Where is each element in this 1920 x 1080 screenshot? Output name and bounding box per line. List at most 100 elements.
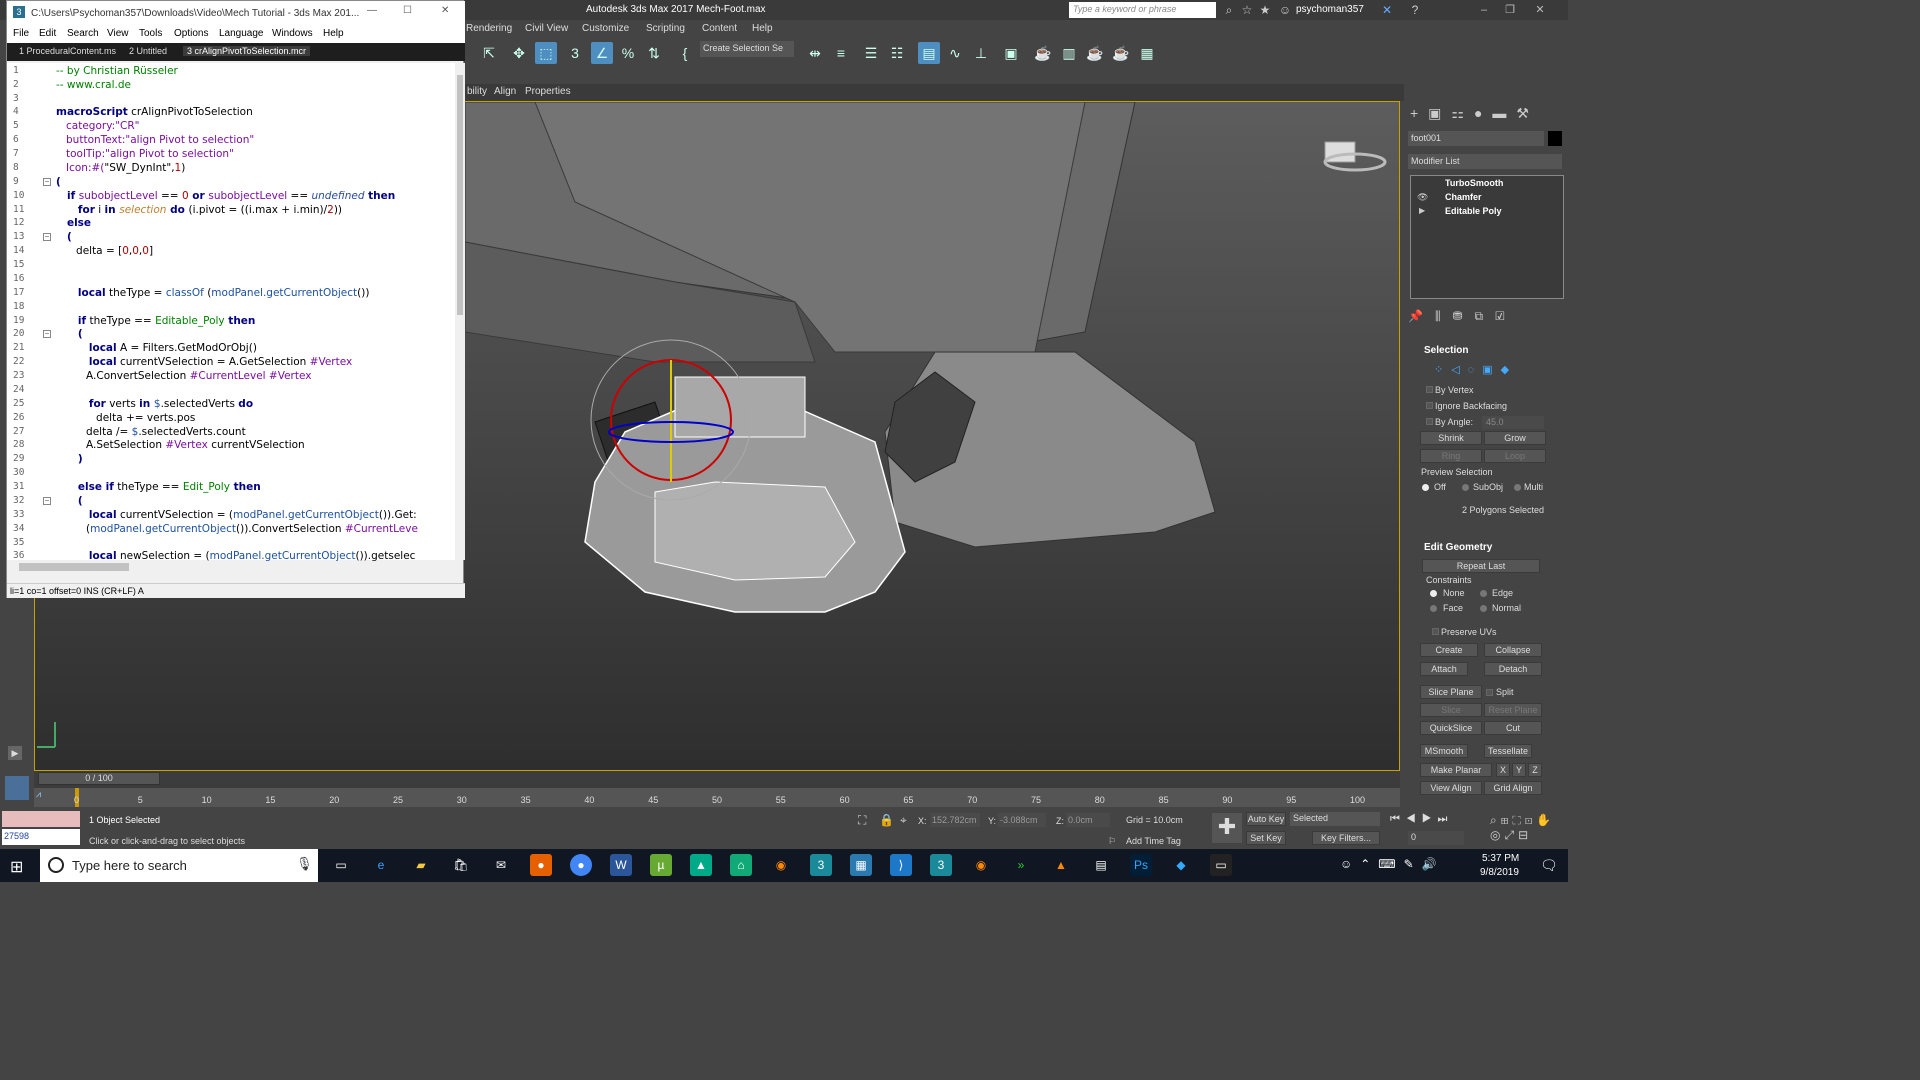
preview-off-radio[interactable] bbox=[1422, 484, 1429, 491]
utorrent-icon[interactable]: µ bbox=[650, 854, 672, 876]
spinner-snap-icon[interactable]: ⇅ bbox=[643, 42, 665, 64]
time-tag-icon[interactable]: ⚐ bbox=[1108, 836, 1116, 847]
menu-scripting[interactable]: Scripting bbox=[646, 23, 685, 34]
percent-snap-icon[interactable]: % bbox=[617, 42, 639, 64]
tab-procedural-content[interactable]: 1 ProceduralContent.ms bbox=[15, 46, 120, 56]
maxscript-listener-output[interactable] bbox=[2, 811, 80, 827]
timeline[interactable]: 0 / 100 0 5 10 15 20 25 30 35 40 45 50 55 60 65 70 75 80… bbox=[34, 771, 1400, 807]
fold-marker-icon[interactable]: − bbox=[43, 233, 51, 241]
eye-icon[interactable]: 👁 bbox=[1417, 192, 1428, 203]
expand-triangle-icon[interactable]: ▶ bbox=[1419, 206, 1425, 215]
material-editor-icon[interactable]: ▣ bbox=[1000, 42, 1022, 64]
binoculars-icon[interactable]: ⌕ bbox=[1222, 3, 1236, 17]
repeat-last-button[interactable]: Repeat Last bbox=[1422, 559, 1540, 573]
split-checkbox[interactable] bbox=[1486, 689, 1493, 696]
help-icon[interactable]: ? bbox=[1408, 3, 1422, 17]
scene-explorer-icon[interactable]: ☷ bbox=[886, 42, 908, 64]
vlc-icon[interactable]: ▲ bbox=[1050, 854, 1072, 876]
scrollbar-thumb[interactable] bbox=[457, 75, 463, 315]
viewport-navigation-icon[interactable]: ⌕⊞⛶⊡✋◎⤢⊟ bbox=[1490, 813, 1566, 843]
selection-rollout-header[interactable]: Selection bbox=[1424, 345, 1468, 356]
app-icon[interactable]: ▲ bbox=[690, 854, 712, 876]
3dsmax-icon[interactable]: 3 bbox=[930, 854, 952, 876]
close-icon[interactable]: ✕ bbox=[1530, 2, 1550, 18]
menu-customize[interactable]: Customize bbox=[582, 23, 629, 34]
ed-menu-view[interactable]: View bbox=[107, 28, 129, 39]
grid-align-button[interactable]: Grid Align bbox=[1484, 781, 1542, 795]
tab-visibility[interactable]: bility bbox=[464, 86, 490, 97]
attach-button[interactable]: Attach bbox=[1420, 662, 1468, 676]
menu-civil-view[interactable]: Civil View bbox=[525, 23, 568, 34]
app-icon[interactable]: » bbox=[1010, 854, 1032, 876]
taskbar-search-box[interactable]: Type here to search bbox=[40, 849, 318, 882]
ed-menu-language[interactable]: Language bbox=[219, 28, 264, 39]
3dsmax-icon[interactable]: 3 bbox=[810, 854, 832, 876]
app-icon[interactable]: ◆ bbox=[1170, 854, 1192, 876]
time-slider[interactable]: 0 / 100 bbox=[38, 772, 160, 785]
stack-item-turbosmooth[interactable]: TurboSmooth bbox=[1445, 178, 1503, 188]
play-icon[interactable]: ▶ bbox=[8, 746, 22, 760]
chrome-icon[interactable]: ● bbox=[570, 854, 592, 876]
set-key-button[interactable]: Set Key bbox=[1246, 831, 1286, 845]
microphone-icon[interactable]: 🎙 bbox=[296, 856, 313, 872]
code-area[interactable]: 1 2 3 4 5 6 7 8 9 10 11 12 13 14 15 16 1… bbox=[7, 63, 455, 562]
editor-vertical-scrollbar[interactable] bbox=[455, 63, 465, 560]
tab-align[interactable]: Align bbox=[491, 86, 519, 97]
selection-set-dropdown[interactable]: Create Selection Se bbox=[700, 41, 794, 57]
angle-snap-icon[interactable]: ∠ bbox=[591, 42, 613, 64]
render-cloud-icon[interactable]: ▦ bbox=[1136, 42, 1158, 64]
menu-rendering[interactable]: Rendering bbox=[466, 23, 512, 34]
select-move-icon[interactable]: ⬚ bbox=[535, 42, 557, 64]
add-time-tag[interactable]: Add Time Tag bbox=[1126, 836, 1181, 846]
ed-menu-windows[interactable]: Windows bbox=[272, 28, 313, 39]
editor-minimize-icon[interactable]: — bbox=[367, 5, 377, 16]
tessellate-button[interactable]: Tessellate bbox=[1484, 744, 1532, 758]
app-icon[interactable]: ▦ bbox=[850, 854, 872, 876]
collapse-button[interactable]: Collapse bbox=[1484, 643, 1542, 657]
ed-menu-options[interactable]: Options bbox=[174, 28, 208, 39]
mirror-icon[interactable]: ⇹ bbox=[804, 42, 826, 64]
object-color-swatch[interactable] bbox=[1548, 131, 1562, 146]
ignore-backfacing-checkbox[interactable] bbox=[1426, 402, 1433, 409]
set-key-icon[interactable]: ✚ bbox=[1212, 813, 1242, 843]
word-icon[interactable]: W bbox=[610, 854, 632, 876]
curve-editor-icon[interactable]: ∿ bbox=[944, 42, 966, 64]
editor-maximize-icon[interactable]: ☐ bbox=[403, 5, 412, 16]
tab-untitled[interactable]: 2 Untitled bbox=[125, 46, 171, 56]
cut-button[interactable]: Cut bbox=[1484, 721, 1542, 735]
view-align-button[interactable]: View Align bbox=[1420, 781, 1482, 795]
windows-start-icon[interactable]: ⊞ bbox=[10, 857, 23, 877]
lock-icon[interactable]: 🔒 bbox=[879, 813, 894, 827]
search-input[interactable]: Type a keyword or phrase bbox=[1069, 2, 1216, 18]
move-icon[interactable]: ✥ bbox=[508, 42, 530, 64]
scrollbar-thumb[interactable] bbox=[19, 563, 129, 571]
quickslice-button[interactable]: QuickSlice bbox=[1420, 721, 1482, 735]
loop-button[interactable]: Loop bbox=[1484, 449, 1546, 463]
key-filters-button[interactable]: Key Filters... bbox=[1312, 831, 1380, 845]
fold-marker-icon[interactable]: − bbox=[43, 178, 51, 186]
render-setup-icon[interactable]: ☕ bbox=[1032, 42, 1054, 64]
mail-icon[interactable]: ✉ bbox=[490, 854, 512, 876]
by-angle-checkbox[interactable] bbox=[1426, 418, 1433, 425]
edit-geometry-rollout-header[interactable]: Edit Geometry bbox=[1424, 542, 1492, 553]
editor-horizontal-scrollbar[interactable] bbox=[7, 561, 455, 573]
grow-button[interactable]: Grow bbox=[1484, 431, 1546, 445]
store-icon[interactable]: 🛍 bbox=[450, 854, 472, 876]
stack-tools-icon[interactable]: 📌⫼⛃⧉☑ bbox=[1408, 309, 1564, 329]
render-iterative-icon[interactable]: ☕ bbox=[1110, 42, 1132, 64]
blender-icon[interactable]: ◉ bbox=[770, 854, 792, 876]
key-mode-dropdown[interactable]: Selected bbox=[1290, 812, 1380, 826]
restore-icon[interactable]: ❐ bbox=[1500, 2, 1520, 18]
blender-icon[interactable]: ◉ bbox=[970, 854, 992, 876]
constraint-face-radio[interactable] bbox=[1430, 605, 1437, 612]
z-button[interactable]: Z bbox=[1528, 763, 1542, 777]
msmooth-button[interactable]: MSmooth bbox=[1420, 744, 1468, 758]
object-name-field[interactable]: foot001 bbox=[1408, 131, 1544, 146]
preserve-uvs-checkbox[interactable] bbox=[1432, 628, 1439, 635]
rendered-frame-icon[interactable]: ▥ bbox=[1058, 42, 1080, 64]
notifications-icon[interactable]: 🗨 bbox=[1540, 857, 1558, 874]
minimize-icon[interactable]: – bbox=[1474, 2, 1494, 18]
ribbon-toggle-icon[interactable]: ▤ bbox=[918, 42, 940, 64]
user-icon[interactable]: ☺ bbox=[1278, 3, 1292, 17]
ring-button[interactable]: Ring bbox=[1420, 449, 1482, 463]
